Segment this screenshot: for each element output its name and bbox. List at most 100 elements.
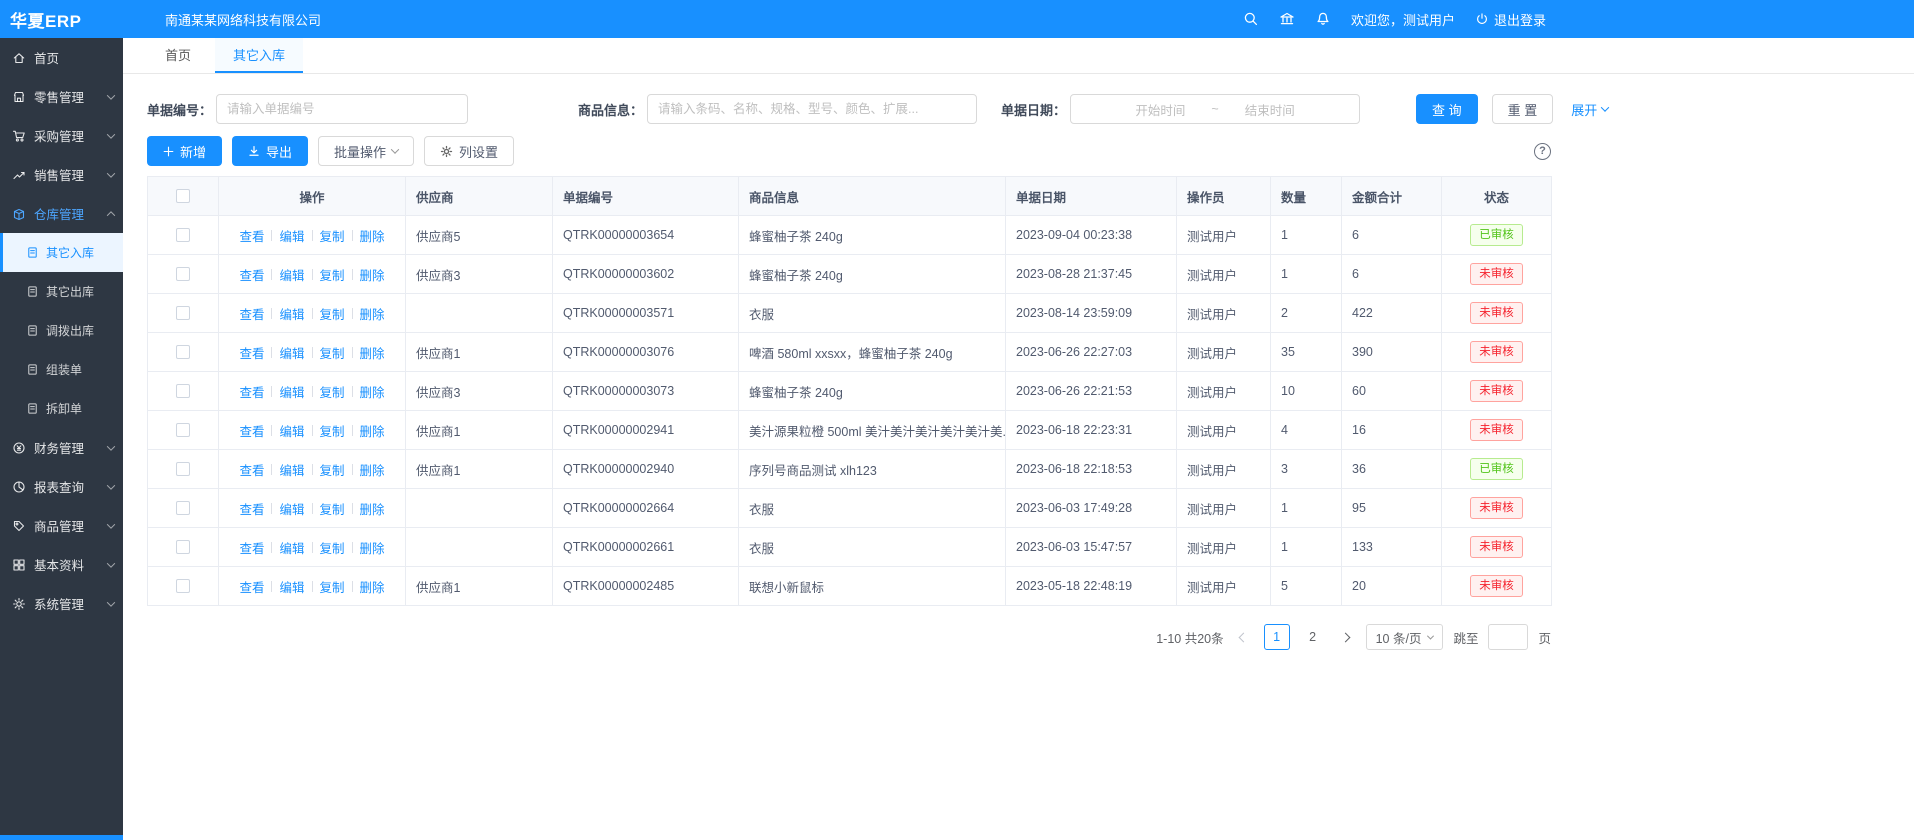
row-action-edit[interactable]: 编辑: [279, 382, 304, 401]
row-action-edit[interactable]: 编辑: [279, 226, 304, 245]
row-action-copy[interactable]: 复制: [320, 460, 345, 479]
row-action-copy[interactable]: 复制: [320, 421, 345, 440]
sidebar-item-disassembly[interactable]: 拆卸单: [0, 389, 123, 428]
row-checkbox[interactable]: [176, 423, 190, 437]
jump-page-input[interactable]: [1488, 624, 1528, 650]
row-action-delete[interactable]: 删除: [360, 538, 385, 557]
row-action-view[interactable]: 查看: [239, 499, 264, 518]
cell-operator: 测试用户: [1177, 411, 1271, 450]
search-icon[interactable]: [1243, 11, 1259, 27]
row-checkbox[interactable]: [176, 267, 190, 281]
sidebar-item-assembly[interactable]: 组装单: [0, 350, 123, 389]
row-action-copy[interactable]: 复制: [320, 538, 345, 557]
row-action-copy[interactable]: 复制: [320, 382, 345, 401]
row-checkbox[interactable]: [176, 501, 190, 515]
help-icon[interactable]: ?: [1534, 143, 1551, 160]
row-action-delete[interactable]: 删除: [360, 343, 385, 362]
sidebar-item-reports[interactable]: 报表查询: [0, 467, 123, 506]
sidebar-item-products[interactable]: 商品管理: [0, 506, 123, 545]
row-action-edit[interactable]: 编辑: [279, 538, 304, 557]
page-number-1[interactable]: 1: [1264, 624, 1290, 650]
sidebar-item-sales[interactable]: 销售管理: [0, 155, 123, 194]
row-action-view[interactable]: 查看: [239, 382, 264, 401]
row-action-view[interactable]: 查看: [239, 577, 264, 596]
row-action-delete[interactable]: 删除: [360, 304, 385, 323]
header-supplier: 供应商: [406, 177, 553, 216]
row-action-edit[interactable]: 编辑: [279, 265, 304, 284]
sidebar-item-warehouse[interactable]: 仓库管理: [0, 194, 123, 233]
row-checkbox[interactable]: [176, 306, 190, 320]
sidebar-item-purchase[interactable]: 采购管理: [0, 116, 123, 155]
add-button[interactable]: 新增: [147, 136, 222, 166]
sidebar-item-label: 报表查询: [34, 477, 84, 496]
logout-button[interactable]: 退出登录: [1475, 10, 1546, 29]
bill-no-input[interactable]: [216, 94, 468, 124]
row-action-edit[interactable]: 编辑: [279, 460, 304, 479]
sidebar-item-retail[interactable]: 零售管理: [0, 77, 123, 116]
row-action-delete[interactable]: 删除: [360, 499, 385, 518]
prev-page-button[interactable]: [1234, 624, 1254, 650]
expand-link[interactable]: 展开: [1571, 100, 1608, 119]
row-action-delete[interactable]: 删除: [360, 265, 385, 284]
table-row: 查看编辑复制删除 供应商1 QTRK00000002941 美汁源果粒橙 500…: [148, 411, 1552, 450]
product-info-input[interactable]: [647, 94, 977, 124]
action-separator: [271, 542, 272, 553]
row-action-copy[interactable]: 复制: [320, 499, 345, 518]
sidebar-item-basic-data[interactable]: 基本资料: [0, 545, 123, 584]
select-all-checkbox[interactable]: [176, 189, 190, 203]
sidebar-item-finance[interactable]: 财务管理: [0, 428, 123, 467]
sidebar-item-transfer-outbound[interactable]: 调拨出库: [0, 311, 123, 350]
bank-icon[interactable]: [1279, 11, 1295, 27]
row-action-delete[interactable]: 删除: [360, 226, 385, 245]
row-checkbox[interactable]: [176, 345, 190, 359]
table-row: 查看编辑复制删除 QTRK00000002664 衣服 2023-06-03 1…: [148, 489, 1552, 528]
export-button[interactable]: 导出: [232, 136, 308, 166]
row-action-delete[interactable]: 删除: [360, 460, 385, 479]
row-action-delete[interactable]: 删除: [360, 577, 385, 596]
page-number-2[interactable]: 2: [1300, 624, 1326, 650]
sidebar-item-other-inbound[interactable]: 其它入库: [0, 233, 123, 272]
row-checkbox[interactable]: [176, 384, 190, 398]
row-action-edit[interactable]: 编辑: [279, 421, 304, 440]
row-action-view[interactable]: 查看: [239, 226, 264, 245]
row-action-edit[interactable]: 编辑: [279, 304, 304, 323]
action-separator: [312, 269, 313, 280]
row-checkbox[interactable]: [176, 462, 190, 476]
tab-home[interactable]: 首页: [147, 38, 209, 73]
row-action-view[interactable]: 查看: [239, 460, 264, 479]
row-action-edit[interactable]: 编辑: [279, 343, 304, 362]
sidebar-collapse-bar[interactable]: [0, 835, 123, 840]
row-action-copy[interactable]: 复制: [320, 343, 345, 362]
row-action-delete[interactable]: 删除: [360, 421, 385, 440]
date-range-picker[interactable]: 开始时间 ~ 结束时间: [1070, 94, 1360, 124]
actions-cell: 查看编辑复制删除: [239, 265, 384, 284]
row-action-edit[interactable]: 编辑: [279, 577, 304, 596]
row-action-view[interactable]: 查看: [239, 265, 264, 284]
cell-amount: 16: [1342, 411, 1442, 450]
row-action-delete[interactable]: 删除: [360, 382, 385, 401]
reset-button[interactable]: 重 置: [1492, 94, 1554, 124]
row-action-view[interactable]: 查看: [239, 538, 264, 557]
sidebar-item-system[interactable]: 系统管理: [0, 584, 123, 623]
page-size-select[interactable]: 10 条/页: [1366, 624, 1444, 650]
column-settings-button[interactable]: 列设置: [424, 136, 514, 166]
sidebar-item-home[interactable]: 首页: [0, 38, 123, 77]
row-action-edit[interactable]: 编辑: [279, 499, 304, 518]
row-action-view[interactable]: 查看: [239, 343, 264, 362]
top-header: 华夏ERP 南通某某网络科技有限公司 欢迎您，测试用户 退出登录: [0, 0, 1914, 38]
row-action-copy[interactable]: 复制: [320, 304, 345, 323]
sidebar-item-other-outbound[interactable]: 其它出库: [0, 272, 123, 311]
row-action-copy[interactable]: 复制: [320, 265, 345, 284]
next-page-button[interactable]: [1336, 624, 1356, 650]
row-checkbox[interactable]: [176, 540, 190, 554]
search-button[interactable]: 查 询: [1416, 94, 1478, 124]
row-action-view[interactable]: 查看: [239, 421, 264, 440]
tab-other-inbound[interactable]: 其它入库: [215, 38, 303, 73]
bell-icon[interactable]: [1315, 11, 1331, 27]
row-checkbox[interactable]: [176, 228, 190, 242]
row-action-view[interactable]: 查看: [239, 304, 264, 323]
row-action-copy[interactable]: 复制: [320, 226, 345, 245]
batch-actions-button[interactable]: 批量操作: [318, 136, 414, 166]
row-checkbox[interactable]: [176, 579, 190, 593]
row-action-copy[interactable]: 复制: [320, 577, 345, 596]
